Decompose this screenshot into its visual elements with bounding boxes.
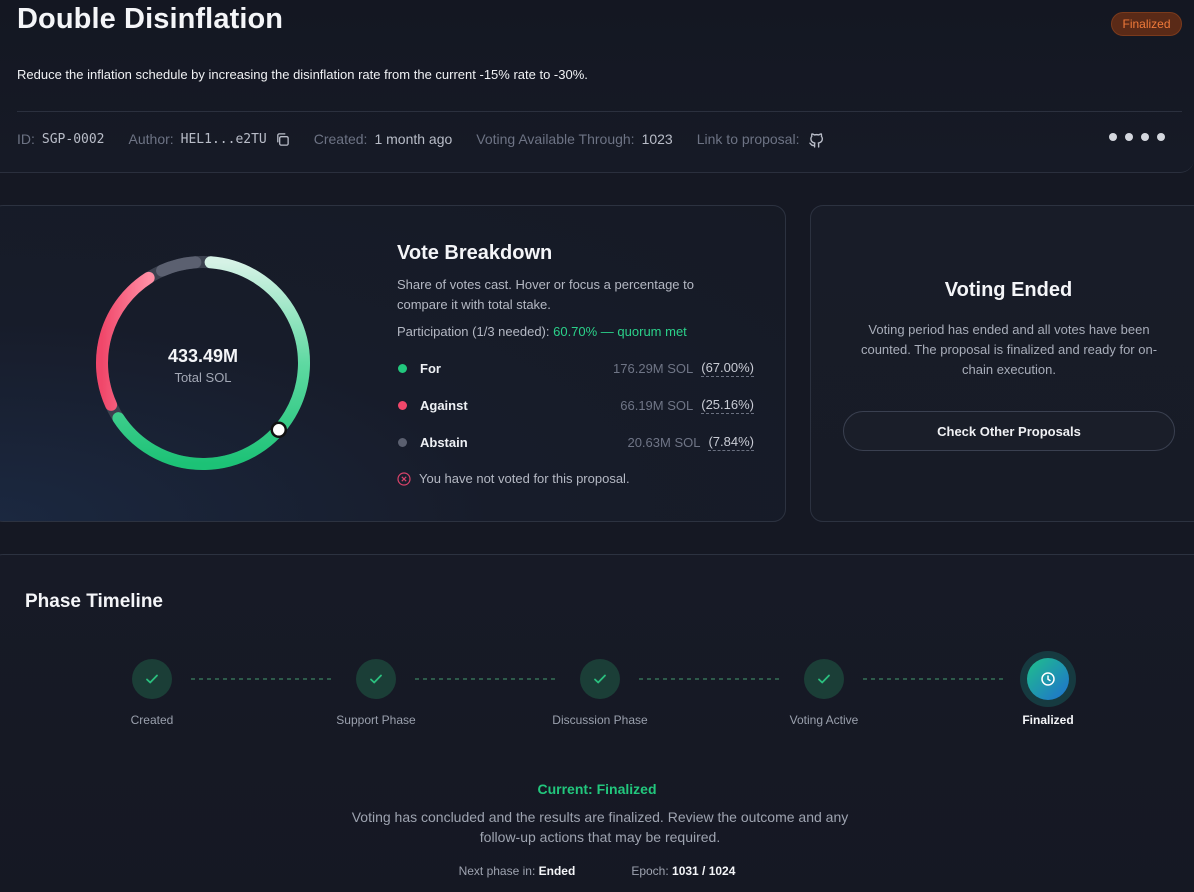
step-created-check-icon: [132, 659, 172, 699]
participation: Participation (1/3 needed): 60.70% — quo…: [397, 324, 687, 339]
x-circle-icon: [397, 471, 411, 486]
step-connector: [191, 678, 331, 680]
step-connector: [863, 678, 1003, 680]
vote-amount: 176.29M SOL: [613, 360, 694, 376]
donut-center: 433.49M Total SOL: [94, 346, 312, 385]
step-label: Support Phase: [336, 713, 416, 727]
donut-segment-abstain: [156, 256, 202, 277]
meta-id: ID: SGP-0002: [17, 131, 105, 147]
next-phase-value: Ended: [538, 864, 576, 878]
participation-label: Participation (1/3 needed):: [397, 324, 550, 339]
donut-total-label: Total SOL: [174, 370, 232, 385]
vote-row-for: For 176.29M SOL (67.00%): [397, 358, 754, 378]
vote-label: For: [420, 360, 441, 376]
participation-value: 60.70% — quorum met: [553, 324, 687, 339]
github-icon[interactable]: [808, 131, 825, 148]
more-dot: [1125, 133, 1133, 141]
next-phase-label: Next phase in:: [458, 864, 536, 878]
vote-amount: 66.19M SOL: [620, 397, 694, 413]
epoch-value: 1031 / 1024: [672, 864, 736, 878]
meta-created: Created: 1 month ago: [314, 131, 453, 147]
meta-link-label: Link to proposal:: [696, 131, 800, 147]
meta-voting: Voting Available Through: 1023: [476, 131, 672, 147]
against-dot-icon: [398, 400, 407, 410]
copy-icon[interactable]: [275, 132, 290, 147]
proposal-description: Reduce the inflation schedule by increas…: [17, 67, 588, 82]
meta-created-value: 1 month ago: [374, 131, 453, 147]
vote-row-against: Against 66.19M SOL (25.16%): [397, 395, 754, 415]
step-support-check-icon: [356, 659, 396, 699]
phase-footer: Next phase in: Ended Epoch: 1031 / 1024: [0, 864, 1194, 878]
more-dots-icon[interactable]: [1109, 133, 1165, 141]
meta-id-label: ID:: [17, 131, 35, 147]
vote-percent[interactable]: (7.84%): [708, 434, 754, 451]
meta-author: Author: HEL1...e2TU: [129, 131, 290, 147]
vote-row-abstain: Abstain 20.63M SOL (7.84%): [397, 432, 754, 452]
check-other-proposals-button[interactable]: Check Other Proposals: [843, 411, 1175, 451]
not-voted-notice: You have not voted for this proposal.: [397, 471, 630, 486]
breakdown-description: Share of votes cast. Hover or focus a pe…: [397, 277, 694, 312]
epoch-label: Epoch:: [631, 864, 669, 878]
vote-percent[interactable]: (67.00%): [701, 360, 754, 377]
divider: [17, 111, 1182, 112]
voting-ended-title: Voting Ended: [944, 279, 1073, 301]
meta-link: Link to proposal:: [697, 131, 826, 148]
step-label: Discussion Phase: [552, 713, 648, 727]
donut-marker: [270, 421, 288, 439]
step-voting-check-icon: [804, 659, 844, 699]
page-title: Double Disinflation: [17, 3, 284, 35]
status-badge: Finalized: [1111, 12, 1182, 36]
next-phase: Next phase in: Ended: [459, 864, 576, 878]
meta-author-label: Author:: [128, 131, 174, 147]
voting-ended-description: Voting period has ended and all votes ha…: [860, 322, 1158, 377]
breakdown-title: Vote Breakdown: [397, 242, 553, 264]
step-finalized: [1020, 651, 1076, 707]
meta-created-label: Created:: [313, 131, 368, 147]
more-dot: [1109, 133, 1117, 141]
epoch: Epoch: 1031 / 1024: [631, 864, 735, 878]
donut-total: 433.49M: [167, 346, 239, 366]
meta-id-value: SGP-0002: [41, 131, 105, 147]
step-connector: [415, 678, 555, 680]
donut-segment-against: [96, 271, 155, 411]
more-dot: [1141, 133, 1149, 141]
vote-amount: 20.63M SOL: [627, 434, 701, 450]
not-voted-text: You have not voted for this proposal.: [419, 471, 630, 486]
vote-percent[interactable]: (25.16%): [701, 397, 754, 414]
more-dot: [1157, 133, 1165, 141]
step-discussion-check-icon: [580, 659, 620, 699]
current-phase-label: Current: Finalized: [537, 781, 657, 797]
step-label: Created: [130, 713, 174, 727]
proposal-meta: ID: SGP-0002 Author: HEL1...e2TU Created…: [17, 128, 849, 150]
step-label: Finalized: [1022, 713, 1074, 727]
clock-icon: [1027, 658, 1069, 700]
step-connector: [639, 678, 779, 680]
step-label: Voting Active: [789, 713, 859, 727]
abstain-dot-icon: [398, 437, 407, 447]
meta-voting-value: 1023: [641, 131, 673, 147]
vote-label: Against: [420, 397, 468, 413]
vote-label: Abstain: [420, 434, 468, 450]
current-phase-description: Voting has concluded and the results are…: [351, 809, 849, 845]
for-dot-icon: [398, 363, 407, 373]
timeline-title: Phase Timeline: [25, 591, 163, 612]
meta-author-value: HEL1...e2TU: [180, 131, 267, 147]
meta-voting-label: Voting Available Through:: [476, 131, 635, 147]
